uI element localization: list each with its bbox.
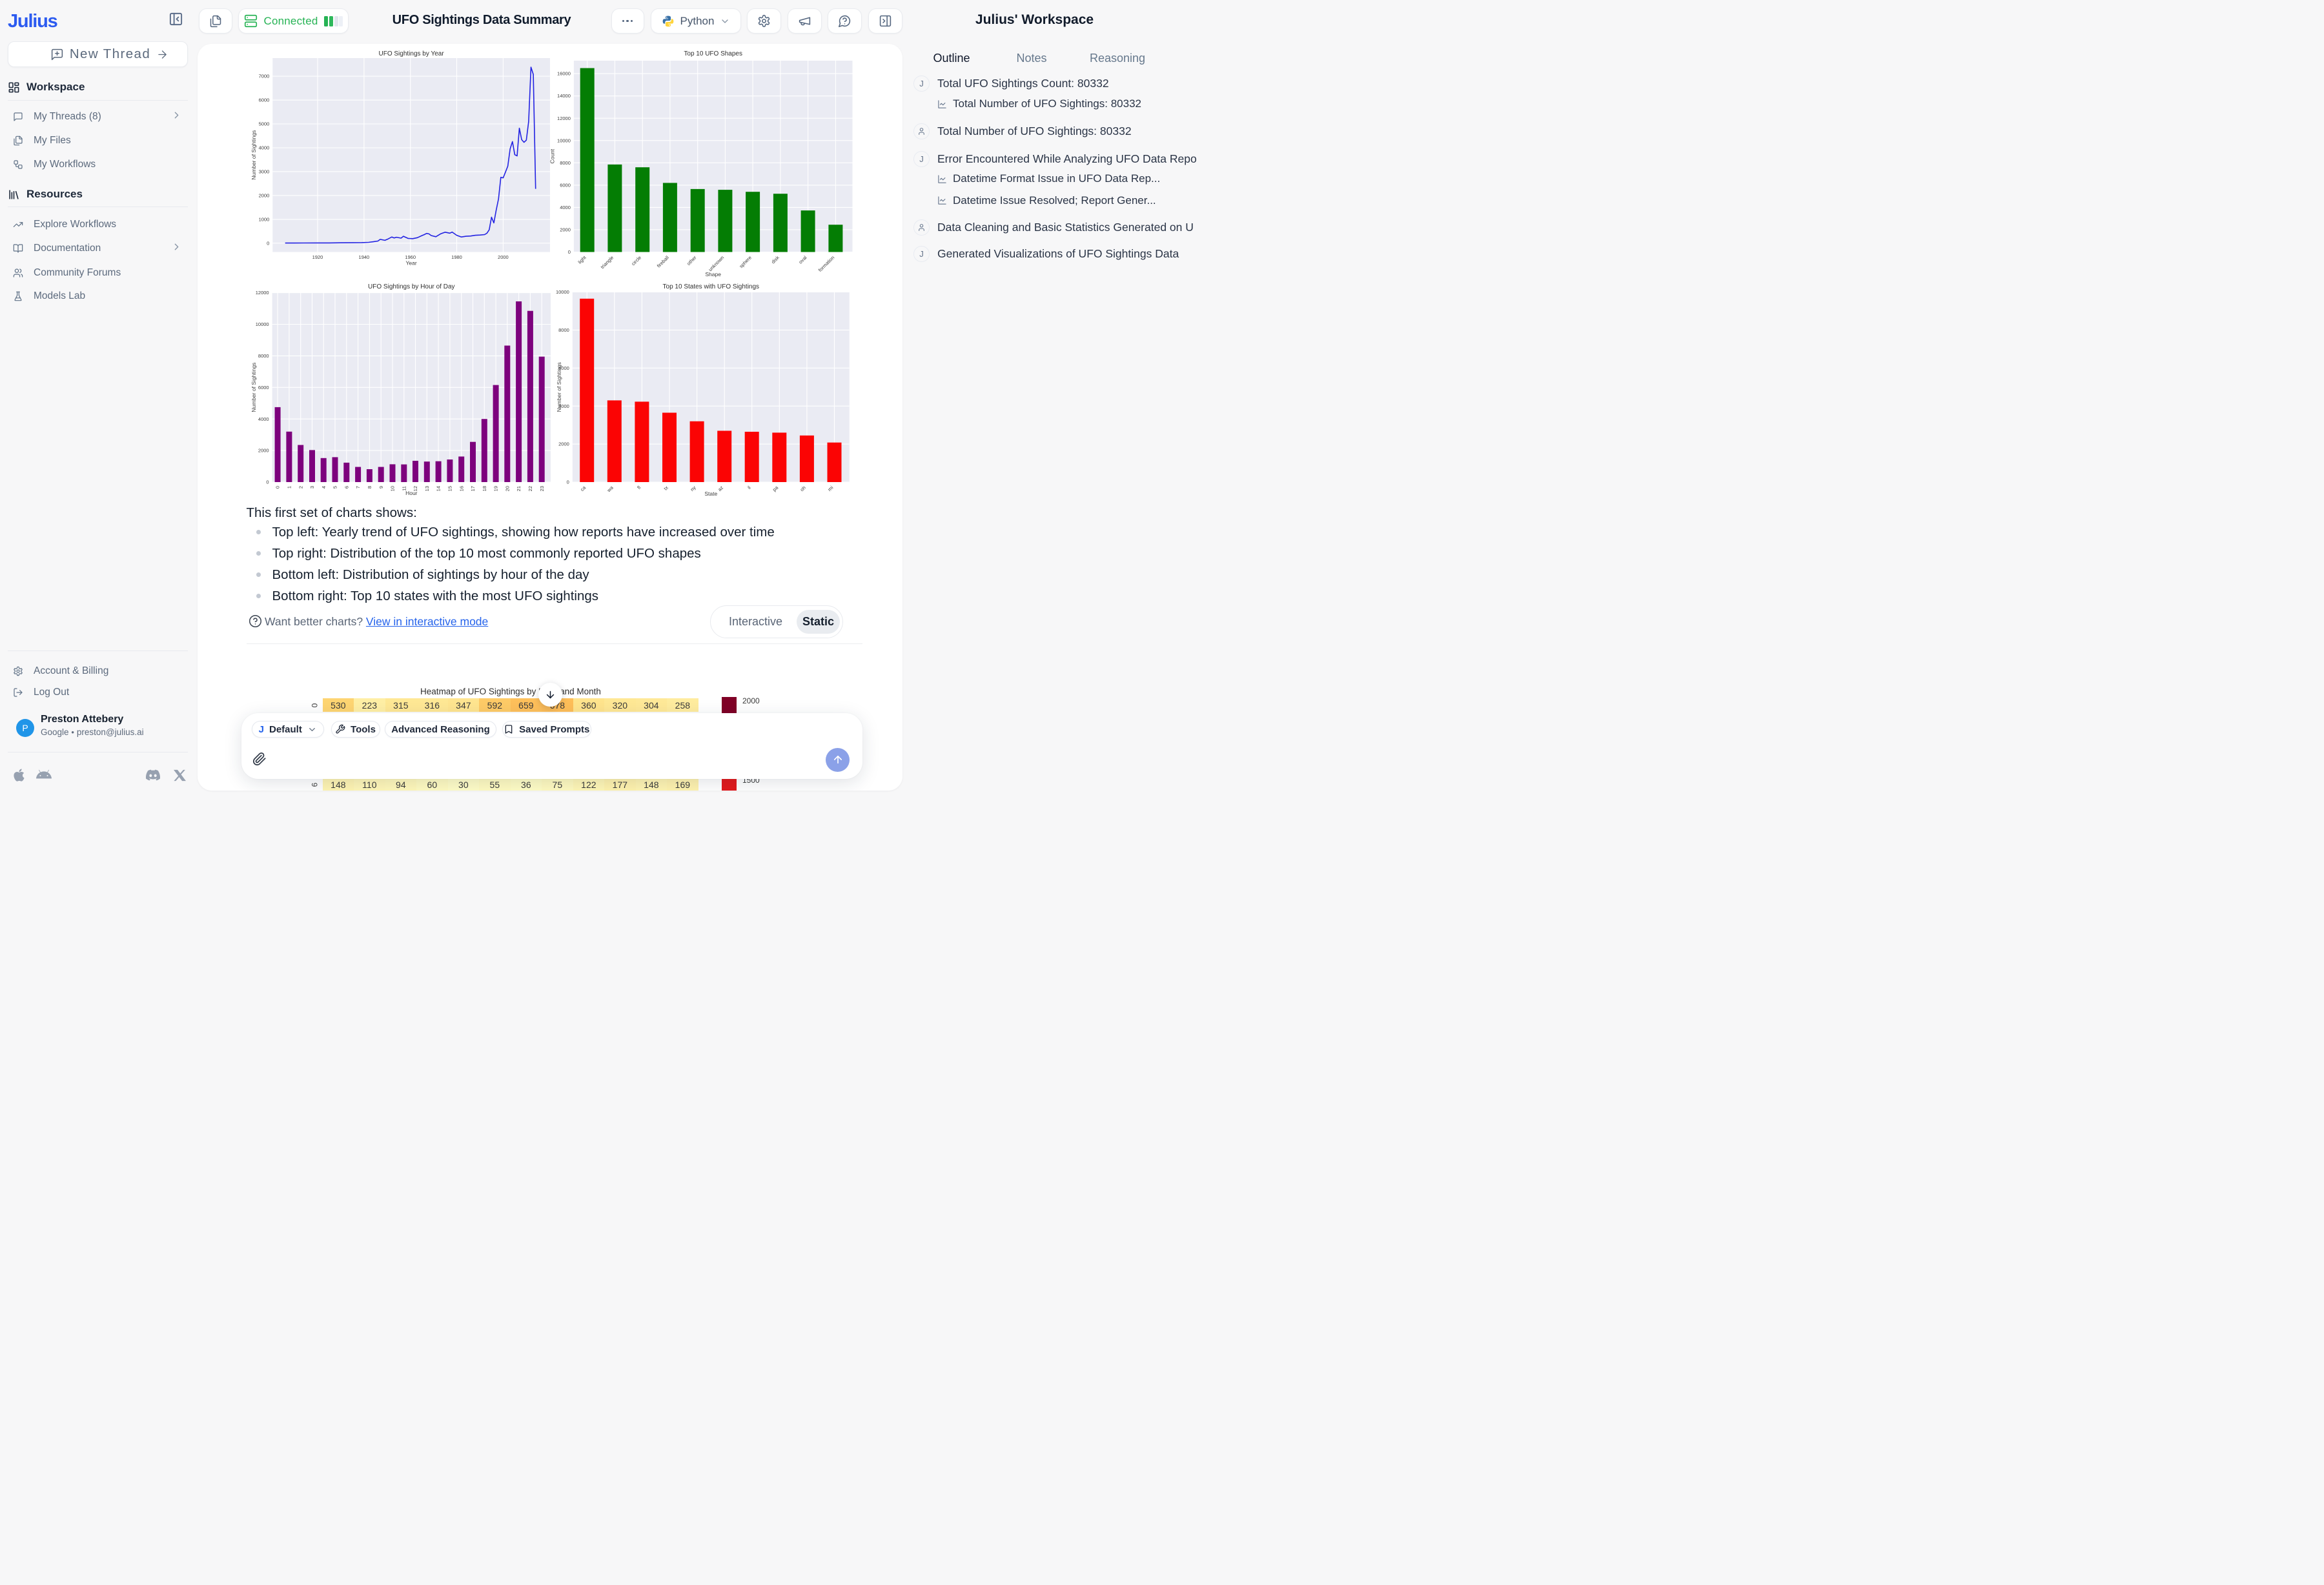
svg-text:il: il <box>746 484 752 490</box>
svg-text:9: 9 <box>378 486 384 489</box>
svg-text:az: az <box>717 484 724 492</box>
svg-text:Number of Sightings: Number of Sightings <box>250 362 257 412</box>
svg-text:3: 3 <box>309 486 315 489</box>
svg-text:21: 21 <box>516 486 522 491</box>
svg-text:Hour: Hour <box>405 489 418 496</box>
svg-text:ca: ca <box>579 484 587 492</box>
svg-text:1980: 1980 <box>451 254 462 260</box>
svg-text:triangle: triangle <box>600 254 615 270</box>
svg-text:22: 22 <box>527 486 533 491</box>
svg-text:disk: disk <box>770 254 780 265</box>
svg-text:1: 1 <box>287 486 292 489</box>
svg-text:Top 10 States with UFO Sightin: Top 10 States with UFO Sightings <box>663 283 760 290</box>
svg-text:10000: 10000 <box>556 289 569 295</box>
svg-text:2000: 2000 <box>258 447 269 453</box>
svg-text:18: 18 <box>482 486 487 491</box>
svg-text:2000: 2000 <box>558 441 569 447</box>
svg-text:UFO Sightings by Year: UFO Sightings by Year <box>379 50 445 57</box>
svg-text:1940: 1940 <box>359 254 370 260</box>
svg-text:17: 17 <box>470 486 476 491</box>
svg-text:6000: 6000 <box>258 384 269 390</box>
svg-text:pa: pa <box>771 484 780 492</box>
svg-text:12000: 12000 <box>256 290 269 296</box>
svg-text:19: 19 <box>493 486 499 491</box>
svg-text:other: other <box>686 254 698 267</box>
svg-text:oh: oh <box>799 485 807 492</box>
svg-text:Number of Sightings: Number of Sightings <box>556 362 562 412</box>
svg-text:5: 5 <box>332 486 338 489</box>
svg-text:fireball: fireball <box>656 254 670 268</box>
svg-text:Shape: Shape <box>705 271 721 278</box>
svg-text:Year: Year <box>406 259 417 266</box>
svg-text:6: 6 <box>343 486 349 489</box>
svg-text:6000: 6000 <box>259 97 270 103</box>
svg-text:4000: 4000 <box>259 145 270 150</box>
svg-text:unknown: unknown <box>708 254 726 272</box>
svg-text:2000: 2000 <box>259 192 270 198</box>
svg-text:UFO Sightings by Hour of Day: UFO Sightings by Hour of Day <box>368 283 455 290</box>
svg-text:7000: 7000 <box>259 73 270 79</box>
svg-text:5000: 5000 <box>259 121 270 126</box>
svg-text:10000: 10000 <box>557 137 571 143</box>
svg-text:14: 14 <box>436 486 442 491</box>
svg-text:16: 16 <box>458 486 464 491</box>
svg-text:8: 8 <box>367 486 372 489</box>
svg-text:2000: 2000 <box>560 227 571 232</box>
svg-text:4000: 4000 <box>560 205 571 210</box>
svg-text:12000: 12000 <box>557 115 571 121</box>
svg-text:Top 10 UFO Shapes: Top 10 UFO Shapes <box>684 50 742 57</box>
svg-text:8000: 8000 <box>258 353 269 359</box>
svg-text:1920: 1920 <box>312 254 323 260</box>
svg-text:0: 0 <box>275 486 281 489</box>
svg-text:7: 7 <box>355 486 361 489</box>
svg-text:23: 23 <box>539 486 545 491</box>
svg-text:0: 0 <box>568 249 571 255</box>
svg-text:ny: ny <box>689 484 697 492</box>
svg-text:wa: wa <box>606 484 615 493</box>
svg-text:20: 20 <box>504 486 510 491</box>
svg-text:14000: 14000 <box>557 93 571 99</box>
svg-text:15: 15 <box>447 486 453 491</box>
svg-text:16000: 16000 <box>557 70 571 76</box>
svg-text:0: 0 <box>567 479 569 485</box>
svg-text:oval: oval <box>797 254 808 265</box>
svg-text:0: 0 <box>266 479 269 485</box>
svg-text:13: 13 <box>424 486 430 491</box>
svg-text:Number of Sightings: Number of Sightings <box>250 130 257 179</box>
svg-text:3000: 3000 <box>259 168 270 174</box>
svg-text:10: 10 <box>390 486 396 491</box>
svg-text:circle: circle <box>630 254 642 267</box>
svg-text:8000: 8000 <box>558 327 569 333</box>
svg-text:mi: mi <box>826 484 834 492</box>
svg-text:formation: formation <box>817 254 835 272</box>
svg-text:2000: 2000 <box>498 254 509 260</box>
svg-text:6000: 6000 <box>560 182 571 188</box>
svg-text:4000: 4000 <box>258 416 269 421</box>
svg-text:4: 4 <box>321 486 327 489</box>
svg-text:sphere: sphere <box>738 254 753 269</box>
svg-text:Count: Count <box>549 148 556 163</box>
svg-text:2: 2 <box>298 486 303 489</box>
svg-text:8000: 8000 <box>560 159 571 165</box>
svg-text:State: State <box>704 490 717 496</box>
svg-text:light: light <box>577 254 588 265</box>
svg-text:10000: 10000 <box>256 321 269 327</box>
svg-text:fl: fl <box>636 484 642 490</box>
svg-text:0: 0 <box>267 240 269 246</box>
svg-text:1000: 1000 <box>259 216 270 222</box>
svg-text:tx: tx <box>662 484 669 491</box>
